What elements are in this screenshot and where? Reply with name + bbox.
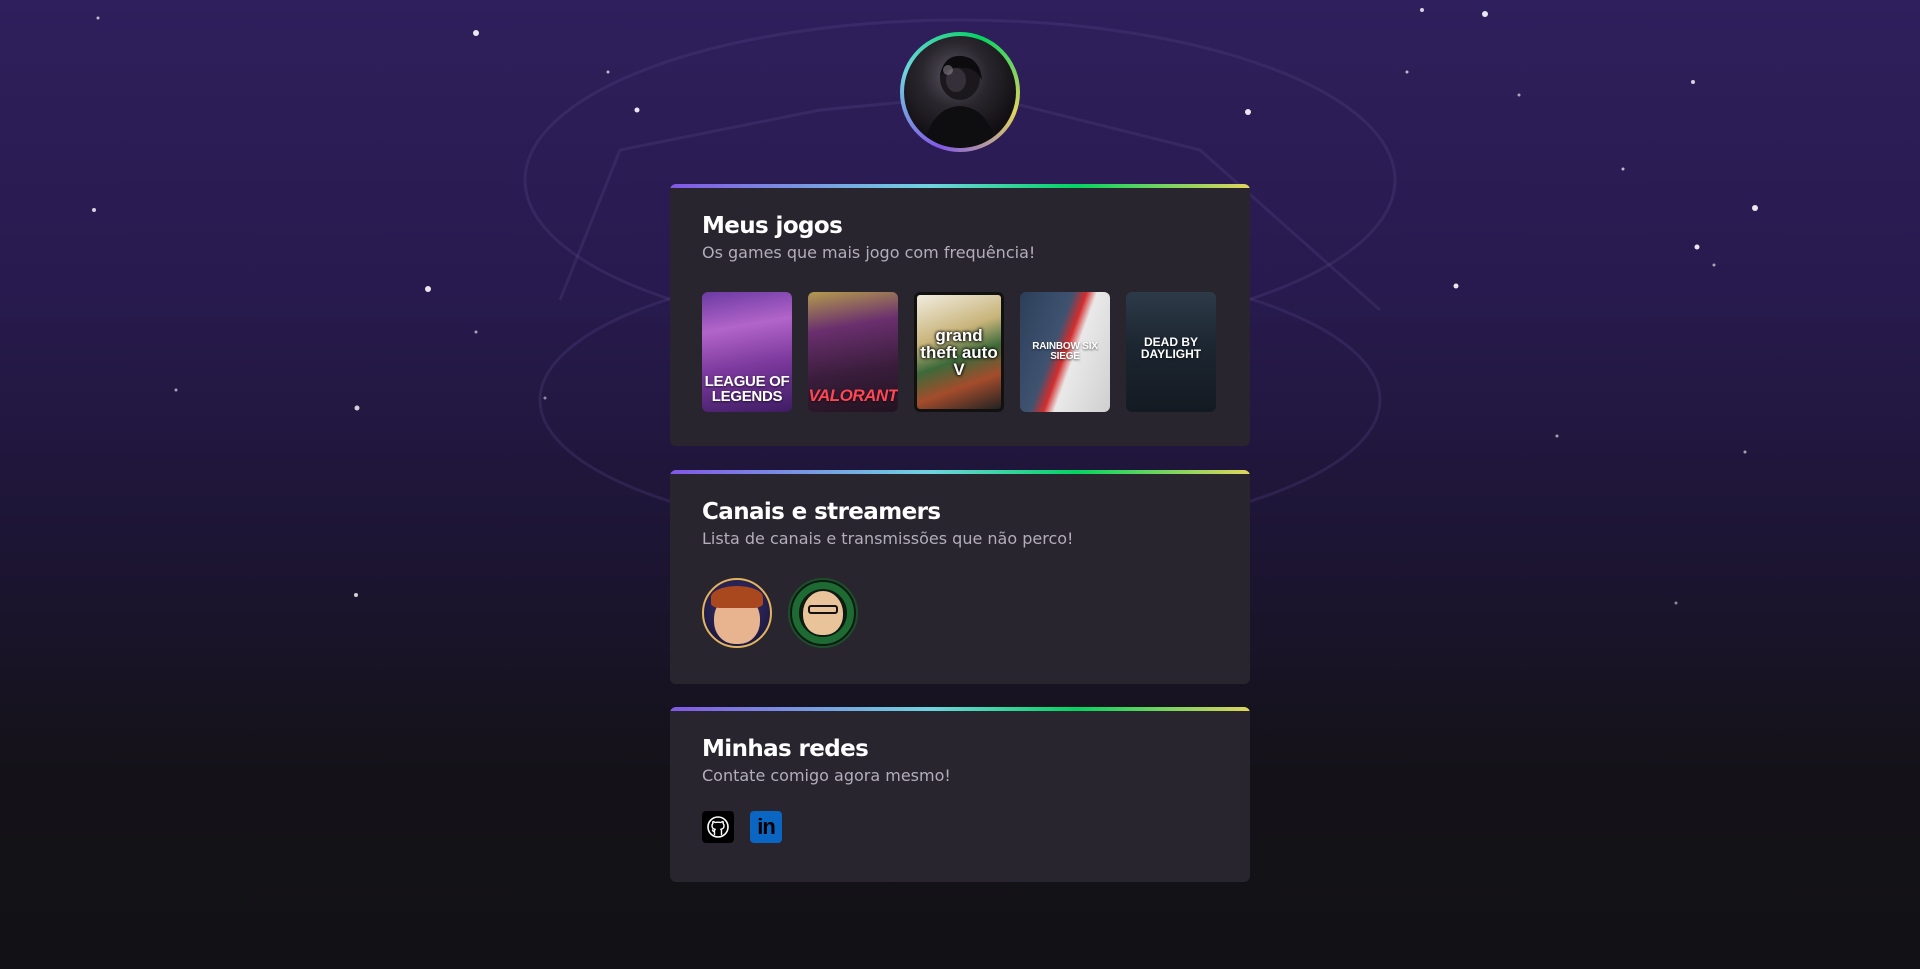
game-label: DEAD BY DAYLIGHT (1140, 335, 1202, 361)
streamers-card: Canais e streamers Lista de canais e tra… (670, 470, 1250, 684)
games-subtitle: Os games que mais jogo com frequência! (702, 243, 1036, 262)
github-icon[interactable] (702, 811, 734, 843)
networks-title: Minhas redes (702, 736, 869, 762)
streamers-list (702, 578, 1218, 648)
game-label: grand theft auto V (920, 325, 998, 379)
linkedin-icon[interactable]: in (750, 811, 782, 843)
game-dead-by-daylight[interactable]: DEAD BY DAYLIGHT (1126, 292, 1216, 412)
game-valorant[interactable]: VALORANT (808, 292, 898, 412)
game-gta-v[interactable]: grand theft auto V (914, 292, 1004, 412)
game-label: LEAGUE OF LEGENDS (704, 373, 790, 405)
networks-card: Minhas redes Contate comigo agora mesmo!… (670, 707, 1250, 882)
streamer-avatar-1[interactable] (702, 578, 772, 648)
github-logo-icon (707, 816, 729, 838)
game-label: VALORANT (808, 386, 898, 405)
streamers-subtitle: Lista de canais e transmissões que não p… (702, 529, 1074, 548)
casimiro-logo-icon (792, 582, 854, 644)
profile-avatar (900, 32, 1020, 152)
game-rainbow-six-siege[interactable]: RAINBOW SIX SIEGE (1020, 292, 1110, 412)
streamer-casimiro[interactable] (788, 578, 858, 648)
networks-subtitle: Contate comigo agora mesmo! (702, 766, 951, 785)
games-card: Meus jogos Os games que mais jogo com fr… (670, 184, 1250, 446)
games-list: LEAGUE OF LEGENDS VALORANT grand theft a… (702, 292, 1218, 412)
game-league-of-legends[interactable]: LEAGUE OF LEGENDS (702, 292, 792, 412)
profile-photo-icon (904, 36, 1016, 148)
linkedin-label: in (757, 814, 776, 839)
games-title: Meus jogos (702, 213, 843, 239)
streamer-face-icon (803, 591, 843, 635)
networks-list: in (702, 811, 1218, 843)
streamers-title: Canais e streamers (702, 499, 941, 525)
game-label: RAINBOW SIX SIEGE (1032, 341, 1098, 362)
streamer-face-icon (711, 586, 763, 644)
